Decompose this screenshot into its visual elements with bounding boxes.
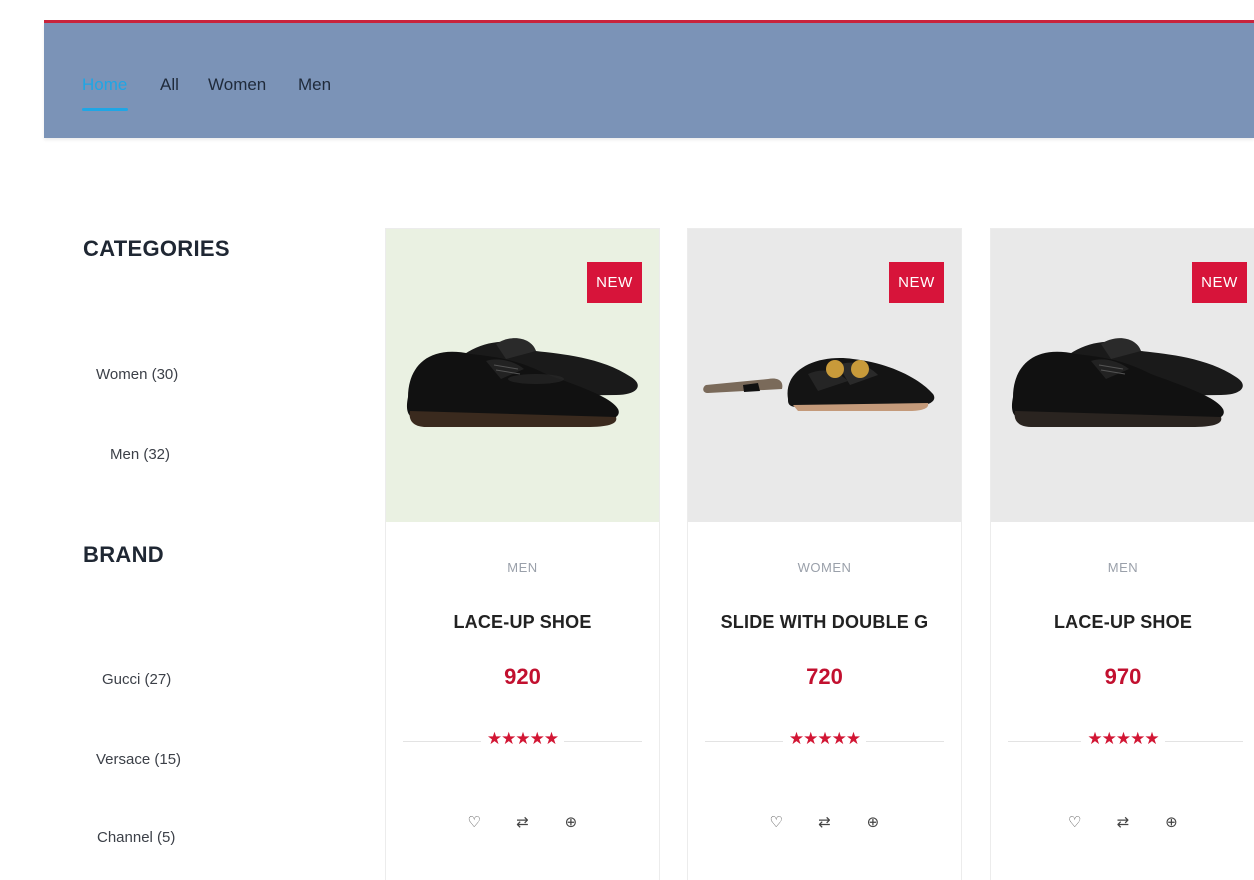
quick-view-icon[interactable]: ⊕ [1162, 814, 1180, 832]
brand-title: BRAND [83, 542, 164, 567]
product-actions: ♡ ⇄ ⊕ [386, 814, 659, 832]
product-card[interactable]: NEW MEN LACE-UP SHOE 970 ★★★★★ ♡ ⇄ ⊕ [990, 228, 1254, 880]
star-rating: ★★★★★ [991, 729, 1254, 749]
compare-icon[interactable]: ⇄ [816, 814, 834, 832]
compare-icon[interactable]: ⇄ [514, 814, 532, 832]
nav-women[interactable]: Women [208, 75, 266, 95]
product-actions: ♡ ⇄ ⊕ [688, 814, 961, 832]
brand-versace[interactable]: Versace (15) [96, 751, 181, 768]
product-image-area[interactable]: NEW [991, 229, 1254, 522]
product-card[interactable]: NEW MEN LACE-UP SHOE 920 ★★★★★ ♡ ⇄ ⊕ [385, 228, 660, 880]
product-name[interactable]: LACE-UP SHOE [386, 612, 659, 633]
nav-home[interactable]: Home [82, 75, 127, 95]
product-image-area[interactable]: NEW [688, 229, 961, 522]
product-actions: ♡ ⇄ ⊕ [991, 814, 1254, 832]
stars-icon: ★★★★★ [1081, 729, 1165, 748]
product-image-area[interactable]: NEW [386, 229, 659, 522]
product-category: MEN [507, 560, 538, 575]
wishlist-heart-icon[interactable]: ♡ [465, 814, 483, 832]
nav-men[interactable]: Men [298, 75, 331, 95]
wishlist-heart-icon[interactable]: ♡ [767, 814, 785, 832]
product-category: WOMEN [797, 560, 852, 575]
new-badge: NEW [889, 262, 944, 303]
nav-active-underline [82, 108, 128, 111]
new-badge: NEW [587, 262, 642, 303]
star-rating: ★★★★★ [688, 729, 961, 749]
category-women[interactable]: Women (30) [96, 366, 178, 383]
wishlist-heart-icon[interactable]: ♡ [1066, 814, 1084, 832]
brand-channel[interactable]: Channel (5) [97, 829, 175, 846]
new-badge: NEW [1192, 262, 1247, 303]
quick-view-icon[interactable]: ⊕ [562, 814, 580, 832]
slide-sandal-image [703, 358, 935, 411]
black-oxford-shoe-image [406, 338, 638, 427]
product-category: MEN [1107, 560, 1139, 575]
quick-view-icon[interactable]: ⊕ [864, 814, 882, 832]
product-price: 720 [806, 664, 843, 689]
product-name[interactable]: LACE-UP SHOE [991, 612, 1254, 633]
product-name[interactable]: SLIDE WITH DOUBLE G [688, 612, 961, 633]
category-men[interactable]: Men (32) [110, 446, 170, 463]
compare-icon[interactable]: ⇄ [1114, 814, 1132, 832]
star-rating: ★★★★★ [386, 729, 659, 749]
main-navbar: Home All Women Men [44, 23, 1254, 138]
stars-icon: ★★★★★ [480, 729, 565, 748]
stars-icon: ★★★★★ [782, 729, 867, 748]
brand-gucci[interactable]: Gucci (27) [102, 671, 171, 688]
product-price: 970 [1104, 664, 1142, 689]
product-price: 920 [504, 664, 541, 689]
black-oxford-shoe-image [1011, 338, 1243, 427]
categories-title: CATEGORIES [83, 236, 230, 261]
product-card[interactable]: NEW WOMEN SLIDE WITH DOUBLE G 720 ★★★★★ … [687, 228, 962, 880]
nav-all[interactable]: All [160, 75, 179, 95]
